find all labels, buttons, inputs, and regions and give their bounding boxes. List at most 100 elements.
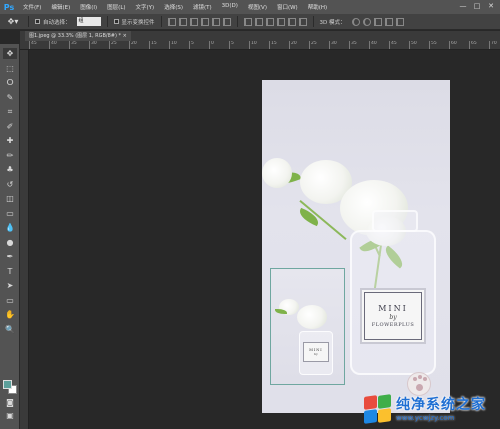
close-button[interactable]: ✕ bbox=[486, 1, 496, 12]
menu-item[interactable]: 文件(F) bbox=[18, 3, 46, 11]
3d-scale-icon[interactable] bbox=[395, 17, 404, 26]
menu-item[interactable]: 选择(S) bbox=[159, 3, 188, 11]
ruler-tick bbox=[49, 41, 50, 49]
history-brush-tool-icon[interactable]: ↺ bbox=[3, 179, 17, 190]
ruler-tick bbox=[489, 41, 490, 49]
menu-item[interactable]: 图像(I) bbox=[75, 3, 102, 11]
ruler-tick bbox=[429, 41, 430, 49]
ruler-label: 0 bbox=[211, 41, 214, 46]
align-middle-icon[interactable] bbox=[178, 17, 187, 26]
ruler-label: 10 bbox=[171, 41, 177, 46]
show-transform-checkbox[interactable]: 显示变换控件 bbox=[113, 18, 155, 26]
crop-tool-icon[interactable]: ⌗ bbox=[3, 106, 17, 117]
ruler-tick bbox=[349, 41, 350, 49]
document-image[interactable]: MINI by FLOWERPLUS MINI by bbox=[262, 80, 450, 413]
move-tool-icon[interactable]: ✥ bbox=[3, 48, 17, 59]
ruler-tick bbox=[369, 41, 370, 49]
site-watermark: 纯净系统之家 www.ycwjzy.com bbox=[362, 388, 498, 428]
align-bottom-icon[interactable] bbox=[189, 17, 198, 26]
align-center-icon[interactable] bbox=[211, 17, 220, 26]
distribute-center-icon[interactable] bbox=[287, 17, 296, 26]
clone-stamp-tool-icon[interactable]: ♣ bbox=[3, 164, 17, 175]
maximize-button[interactable]: □ bbox=[472, 1, 482, 12]
menu-item[interactable]: 窗口(W) bbox=[272, 3, 303, 11]
marquee-tool-icon[interactable]: ⬚ bbox=[3, 63, 17, 74]
lasso-tool-icon[interactable]: ⵔ bbox=[3, 77, 17, 88]
3d-rotate-icon[interactable] bbox=[351, 17, 360, 26]
blur-tool-icon[interactable]: 💧 bbox=[3, 222, 17, 233]
quick-select-tool-icon[interactable]: ✎ bbox=[3, 92, 17, 103]
quick-mask-icon[interactable]: ◙ bbox=[3, 397, 17, 408]
screen-mode-icon[interactable]: ▣ bbox=[3, 410, 17, 421]
show-transform-label: 显示变换控件 bbox=[121, 19, 155, 26]
menu-item[interactable]: 3D(D) bbox=[217, 3, 243, 11]
ruler-tick bbox=[29, 41, 30, 49]
dodge-tool-icon[interactable]: ● bbox=[3, 237, 17, 248]
ruler-label: 30 bbox=[331, 41, 337, 46]
menu-item[interactable]: 帮助(H) bbox=[303, 3, 332, 11]
move-tool-preset-icon[interactable]: ✥▾ bbox=[4, 16, 22, 28]
canvas-area[interactable]: MINI by FLOWERPLUS MINI by bbox=[29, 50, 500, 429]
thumb-bottle-label: MINI by bbox=[303, 342, 329, 362]
windows-logo-icon bbox=[362, 393, 392, 424]
ruler-label: 20 bbox=[291, 41, 297, 46]
ruler-label: 65 bbox=[471, 41, 477, 46]
show-transform-check[interactable] bbox=[113, 19, 119, 24]
thumb-flower bbox=[297, 305, 327, 329]
ruler-label: 70 bbox=[491, 41, 497, 46]
minimize-button[interactable]: — bbox=[458, 1, 468, 12]
3d-pan-icon[interactable] bbox=[373, 17, 382, 26]
ruler-tick bbox=[409, 41, 410, 49]
gradient-tool-icon[interactable]: ▭ bbox=[3, 208, 17, 219]
pen-tool-icon[interactable]: ✒ bbox=[3, 251, 17, 262]
distribute-left-icon[interactable] bbox=[276, 17, 285, 26]
menu-item[interactable]: 编辑(E) bbox=[46, 3, 75, 11]
path-select-tool-icon[interactable]: ➤ bbox=[3, 280, 17, 291]
menu-item[interactable]: 图层(L) bbox=[102, 3, 130, 11]
distribute-top-icon[interactable] bbox=[243, 17, 252, 26]
document-tab[interactable]: 图1.jpeg @ 33.3% (图层 1, RGB/8#) * × bbox=[25, 31, 131, 41]
tools-panel: ◙ ▣ ✥ ⬚ ⵔ ✎ ⌗ ✐ ✚ ✏ ♣ ↺ ◫ ▭ 💧 ● ✒ T ➤ ▭ ✋ 🔍 bbox=[0, 44, 20, 429]
type-tool-icon[interactable]: T bbox=[3, 266, 17, 277]
auto-select-label: 自动选择： bbox=[43, 19, 71, 26]
distribute-middle-icon[interactable] bbox=[254, 17, 263, 26]
ruler-label: 40 bbox=[51, 41, 57, 46]
thumb-label-by: by bbox=[314, 352, 318, 356]
healing-brush-tool-icon[interactable]: ✚ bbox=[3, 135, 17, 146]
menu-item[interactable]: 视图(V) bbox=[243, 3, 272, 11]
menu-item[interactable]: 文字(Y) bbox=[131, 3, 160, 11]
auto-select-check[interactable] bbox=[35, 19, 40, 24]
align-top-icon[interactable] bbox=[167, 17, 176, 26]
foreground-color-swatch[interactable] bbox=[3, 380, 12, 389]
ruler-tick bbox=[109, 41, 110, 49]
ruler-label: 45 bbox=[391, 41, 397, 46]
options-divider bbox=[28, 16, 29, 27]
shape-tool-icon[interactable]: ▭ bbox=[3, 295, 17, 306]
3d-roll-icon[interactable] bbox=[362, 17, 371, 26]
auto-select-checkbox[interactable]: 自动选择： bbox=[35, 18, 71, 26]
ruler-tick bbox=[269, 41, 270, 49]
ruler-label: 55 bbox=[431, 41, 437, 46]
distribute-bottom-icon[interactable] bbox=[265, 17, 274, 26]
3d-mode-buttons bbox=[351, 17, 404, 26]
horizontal-ruler: 45 40 35 30 25 20 15 10 5 0 5 10 15 20 25 30 35 40 45 50 55 6… bbox=[20, 41, 500, 50]
align-left-icon[interactable] bbox=[200, 17, 209, 26]
pasted-layer-thumbnail[interactable]: MINI by bbox=[270, 268, 345, 385]
menu-item[interactable]: 滤镜(T) bbox=[188, 3, 217, 11]
zoom-tool-icon[interactable]: 🔍 bbox=[3, 324, 17, 335]
ruler-label: 5 bbox=[191, 41, 194, 46]
brush-tool-icon[interactable]: ✏ bbox=[3, 150, 17, 161]
align-right-icon[interactable] bbox=[222, 17, 231, 26]
options-divider bbox=[236, 16, 238, 27]
auto-select-dropdown[interactable]: 组 bbox=[76, 17, 101, 26]
eraser-tool-icon[interactable]: ◫ bbox=[3, 193, 17, 204]
distribute-right-icon[interactable] bbox=[298, 17, 307, 26]
watermark-title: 纯净系统之家 bbox=[396, 397, 486, 413]
eyedropper-tool-icon[interactable]: ✐ bbox=[3, 121, 17, 132]
hand-tool-icon[interactable]: ✋ bbox=[3, 309, 17, 320]
ruler-label: 20 bbox=[131, 41, 137, 46]
ruler-tick bbox=[449, 41, 450, 49]
3d-slide-icon[interactable] bbox=[384, 17, 393, 26]
bottle-label: MINI by FLOWERPLUS bbox=[360, 288, 426, 344]
vertical-ruler bbox=[20, 50, 29, 429]
